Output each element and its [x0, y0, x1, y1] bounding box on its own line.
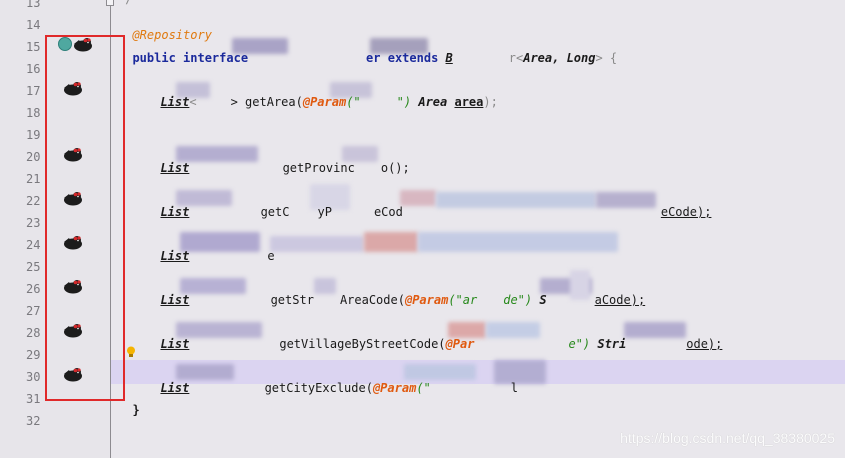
param-annotation: @Par [445, 337, 475, 351]
method-getvillagebystreetcode: getVillageByStreetCode( [279, 337, 446, 351]
code-line-28[interactable]: List getVillageByStreetCode(@Par e") Stri o… [146, 323, 722, 351]
list-type: List [160, 293, 190, 307]
generic-close: > { [595, 51, 618, 65]
param-type: S [539, 293, 547, 307]
param-annotation: @Param [302, 95, 347, 109]
closing-brace: } [132, 403, 140, 417]
param-type: Stri [597, 337, 627, 351]
method-fragment: e [267, 249, 275, 263]
method-fragment-2: eCod [373, 205, 403, 219]
generic-args: Area, Long [523, 51, 596, 65]
line-number: 24 [26, 238, 41, 252]
base-type-fragment: B [445, 51, 453, 65]
line-number: 20 [26, 150, 41, 164]
code-line-24[interactable]: List e [146, 235, 275, 263]
line-number: 31 [26, 392, 41, 406]
param-string-close: de") [503, 293, 540, 307]
param-string: (" [346, 95, 361, 109]
line-number: 13 [26, 0, 41, 10]
line-number: 29 [26, 348, 41, 362]
code-line-13[interactable]: */ [118, 0, 132, 6]
method-getarea: > getArea( [230, 95, 303, 109]
area-type: Area [418, 95, 448, 109]
code-line-20[interactable]: List getProvinc o(); [146, 147, 410, 175]
annotation-highlight-box [45, 35, 125, 401]
line-number: 16 [26, 62, 41, 76]
list-type: List [160, 95, 190, 109]
list-type: List [160, 161, 190, 175]
lightbulb-icon[interactable] [126, 346, 136, 358]
area-argument: area [454, 95, 484, 109]
code-line-26[interactable]: List getStr AreaCode(@Param("ar de") SaCod… [146, 279, 645, 307]
param-fragment: aCode); [594, 293, 646, 307]
code-line-22[interactable]: List getC yP eCod eCode); [146, 191, 711, 219]
param-fragment: eCode); [660, 205, 712, 219]
line-number: 22 [26, 194, 41, 208]
line-number: 21 [26, 172, 41, 186]
param-string: (" [416, 381, 431, 395]
redacted-region [270, 236, 364, 252]
code-line-30[interactable]: List getCityExclude(@Param(" l [146, 367, 518, 395]
line-number: 26 [26, 282, 41, 296]
method-getprovince: getProvinc [275, 161, 355, 175]
line-number: 32 [26, 414, 41, 428]
generic-bracket: < [189, 95, 197, 109]
param-fragment: ode); [686, 337, 723, 351]
redacted-region [364, 232, 418, 252]
redacted-region [418, 232, 618, 252]
method-fragment: AreaCode( [339, 293, 405, 307]
param-string-close: ") [396, 95, 419, 109]
param-string-close: e") [568, 337, 598, 351]
watermark: https://blog.csdn.net/qq_38380025 [620, 430, 835, 446]
code-line-15[interactable]: public interface er extends Br<Area, Long… [118, 37, 617, 65]
method-fragment: yP [317, 205, 332, 219]
keyword-extends: extends [387, 51, 439, 65]
param-string: ("ar [448, 293, 478, 307]
param-annotation: @Param [372, 381, 417, 395]
method-getcityexclude: getCityExclude( [257, 381, 373, 395]
statement-end: ); [483, 95, 498, 109]
line-number: 28 [26, 326, 41, 340]
line-number: 30 [26, 370, 41, 384]
fold-marker[interactable] [106, 0, 114, 6]
list-type: List [160, 381, 190, 395]
line-number: 27 [26, 304, 41, 318]
line-number: 25 [26, 260, 41, 274]
method-getcounty: getC [253, 205, 290, 219]
param-annotation: @Param [404, 293, 449, 307]
statement-end: o(); [380, 161, 410, 175]
line-number: 14 [26, 18, 41, 32]
line-number: 23 [26, 216, 41, 230]
line-number: 18 [26, 106, 41, 120]
generic-open: r< [508, 51, 524, 65]
method-getstreet: getStr [263, 293, 314, 307]
list-type: List [160, 249, 190, 263]
line-number: 17 [26, 84, 41, 98]
interface-name-fragment: er [366, 51, 381, 65]
list-type: List [160, 337, 190, 351]
code-line-17[interactable]: List< > getArea(@Param(" ") Area area); [146, 81, 498, 109]
list-type: List [160, 205, 190, 219]
line-number: 19 [26, 128, 41, 142]
keyword-public-interface: public interface [132, 51, 249, 65]
param-fragment: l [510, 381, 518, 395]
line-number: 15 [26, 40, 41, 54]
